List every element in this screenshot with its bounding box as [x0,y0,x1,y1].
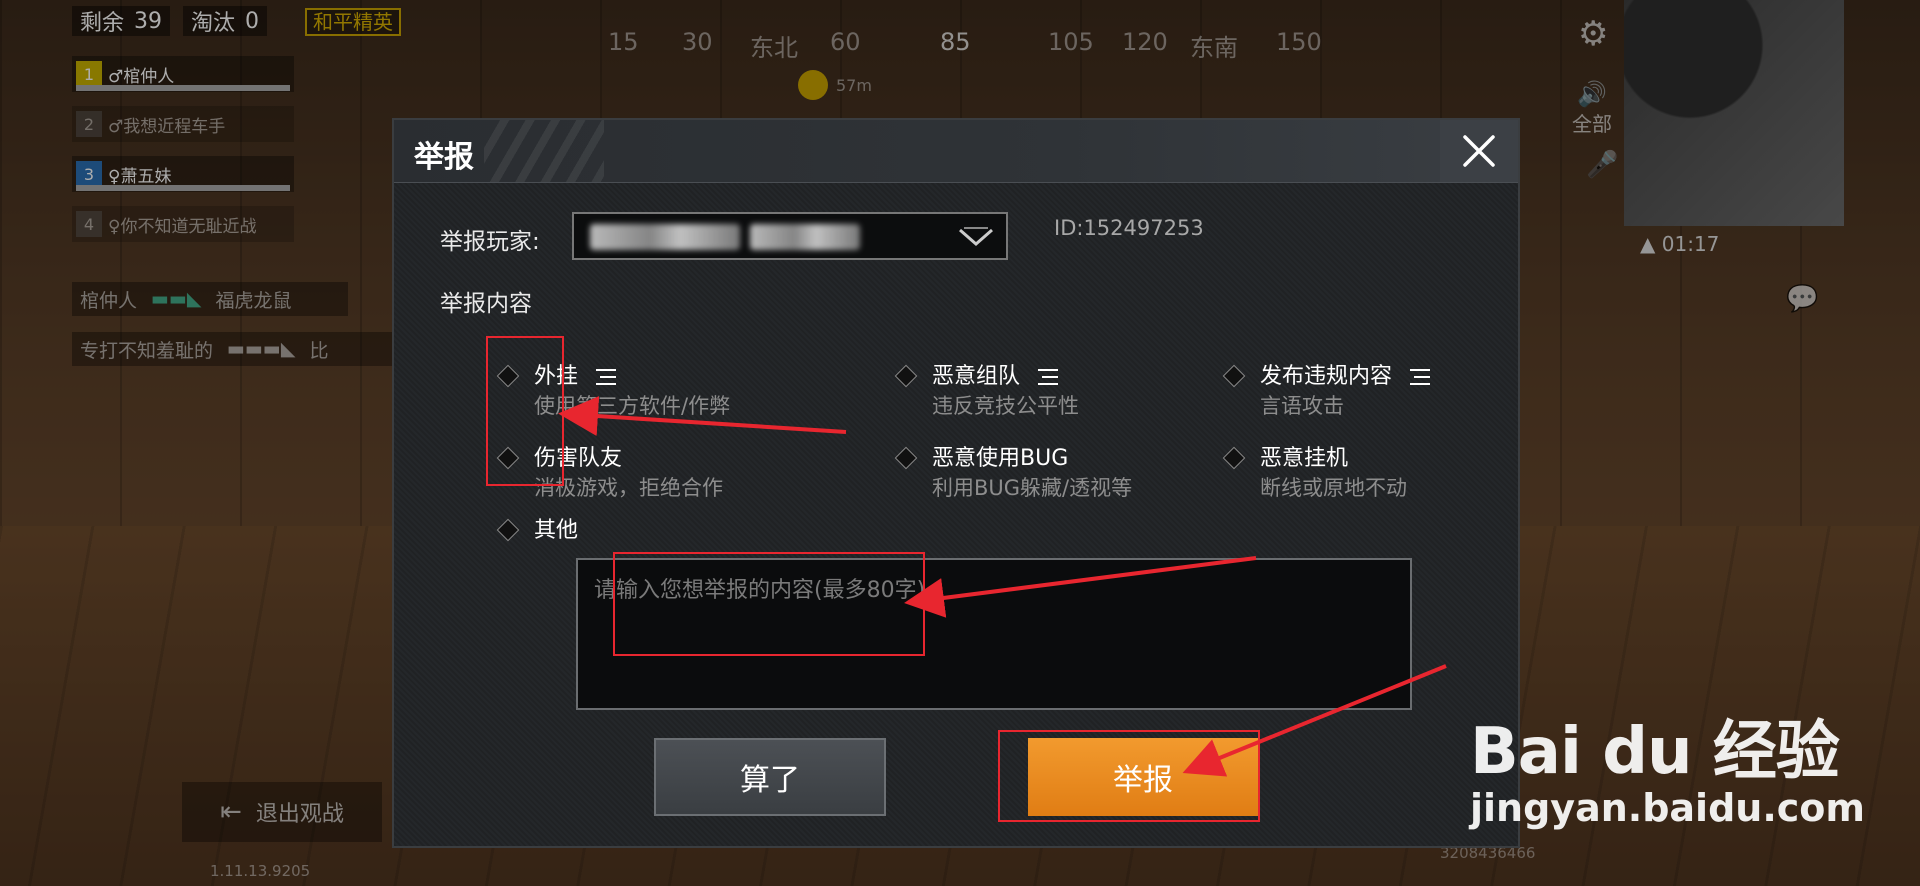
watermark-url: jingyan.baidu.com [1470,786,1865,830]
arrow-to-report [1182,664,1447,777]
baidu-watermark: Bai du 经验 jingyan.baidu.com [1470,700,1865,830]
arrow-to-options [558,396,847,437]
arrow-to-textarea [904,556,1257,618]
baidu-logo: Bai du 经验 [1470,715,1840,789]
